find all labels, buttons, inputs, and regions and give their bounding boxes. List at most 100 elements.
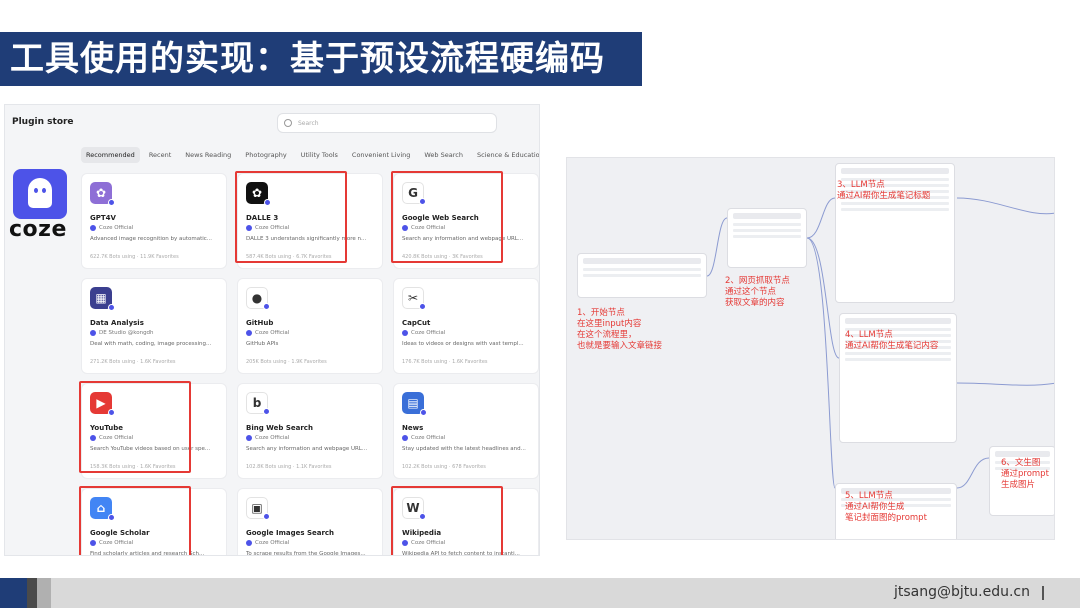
highlight-box <box>79 486 191 555</box>
verified-badge-icon <box>263 303 270 310</box>
plugin-stats: 102.2K Bots using · 678 Favorites <box>402 464 486 470</box>
verified-badge-icon <box>263 408 270 415</box>
highlight-box <box>235 171 347 263</box>
label-llm-title-node: 3、LLM节点 通过AI帮你生成笔记标题 <box>837 180 930 202</box>
owner-avatar-icon <box>90 330 96 336</box>
tab-photography[interactable]: Photography <box>240 147 291 163</box>
label-line: 在这里input内容 <box>577 319 642 329</box>
tab-recent[interactable]: Recent <box>144 147 176 163</box>
plugin-description: Search any information and webpage URL..… <box>246 446 368 452</box>
owner-avatar-icon <box>90 225 96 231</box>
footer-accent-grey <box>37 578 51 608</box>
slide: 工具使用的实现：基于预设流程硬编码 Plugin store Search Re… <box>0 0 1080 608</box>
plugin-owner: Coze Official <box>246 435 289 441</box>
category-tabs: Recommended Recent News Reading Photography… <box>81 147 539 163</box>
plugin-description: Deal with math, coding, image processing… <box>90 341 212 347</box>
label-line: 笔记封面图的prompt <box>845 513 927 523</box>
coze-ghost-icon <box>28 178 52 208</box>
plugin-owner: DE Studio @kongdh <box>90 330 154 336</box>
label-llm-content-node: 4、LLM节点 通过AI帮你生成笔记内容 <box>845 330 938 352</box>
plugin-card[interactable]: ● GitHub Coze Official GitHub APIs 205K Bots… <box>237 278 383 374</box>
tab-news-reading[interactable]: News Reading <box>180 147 236 163</box>
slide-title: 工具使用的实现：基于预设流程硬编码 <box>0 32 642 86</box>
plugin-owner: Coze Official <box>246 540 289 546</box>
plugin-name: Data Analysis <box>90 319 144 327</box>
plugin-card[interactable]: ▣ Google Images Search Coze Official To scr… <box>237 488 383 555</box>
label-start-node: 1、开始节点 在这里input内容 在这个流程里， 也就是要输入文章链接 <box>577 308 662 352</box>
owner-avatar-icon <box>246 540 252 546</box>
highlight-box <box>79 381 191 473</box>
footer-accent-dark <box>27 578 37 608</box>
plugin-owner-text: Coze Official <box>255 435 290 441</box>
plugin-owner-text: DE Studio @kongdh <box>99 330 154 336</box>
plugin-store-screenshot: Plugin store Search Recommended Recent New… <box>4 104 540 556</box>
plugin-owner: Coze Official <box>246 330 289 336</box>
plugin-stats: 622.7K Bots using · 11.9K Favorites <box>90 254 179 260</box>
plugin-owner: Coze Official <box>90 225 133 231</box>
plugin-description: GitHub APIs <box>246 341 279 347</box>
label-line: 6、文生图 <box>1001 458 1041 468</box>
plugin-description: Ideas to videos or designs with vast tem… <box>402 341 524 347</box>
footer-email: jtsang@bjtu.edu.cn <box>894 584 1030 600</box>
label-line: 获取文章的内容 <box>725 298 785 308</box>
owner-avatar-icon <box>246 435 252 441</box>
tab-web-search[interactable]: Web Search <box>419 147 468 163</box>
plugin-owner-text: Coze Official <box>255 540 290 546</box>
plugin-description: Advanced image recognition by automatic.… <box>90 236 213 242</box>
label-line: 通过这个节点 <box>725 287 777 297</box>
web-scrape-node[interactable] <box>727 208 807 268</box>
openai-icon: ✿ <box>90 182 115 206</box>
footer-separator <box>1042 586 1044 600</box>
verified-badge-icon <box>420 409 427 416</box>
bing-icon: b <box>246 392 270 415</box>
search-icon <box>284 119 292 127</box>
tab-convenient-living[interactable]: Convenient Living <box>347 147 415 163</box>
edge-5-6 <box>956 457 990 489</box>
owner-avatar-icon <box>246 330 252 336</box>
plugin-card[interactable]: ✂ CapCut Coze Official Ideas to videos or d… <box>393 278 539 374</box>
edge-2-3 <box>806 197 836 239</box>
label-line: 通过AI帮你生成笔记内容 <box>845 341 939 351</box>
label-line: 1、开始节点 <box>577 308 625 318</box>
store-header: Plugin store Search <box>5 105 539 143</box>
verified-badge-icon <box>419 303 426 310</box>
plugin-owner-text: Coze Official <box>411 330 446 336</box>
owner-avatar-icon <box>402 435 408 441</box>
label-llm-prompt-node: 5、LLM节点 通过AI帮你生成 笔记封面图的prompt <box>845 491 927 524</box>
label-line: 通过AI帮你生成 <box>845 502 905 512</box>
news-icon: ▤ <box>402 392 427 416</box>
search-input[interactable]: Search <box>277 113 497 133</box>
data-analysis-icon: ▦ <box>90 287 115 311</box>
label-line: 3、LLM节点 <box>837 180 885 190</box>
plugin-card[interactable]: b Bing Web Search Coze Official Search any … <box>237 383 383 479</box>
label-line: 在这个流程里， <box>577 330 637 340</box>
capcut-icon: ✂ <box>402 287 426 310</box>
edge-2-5 <box>806 237 836 489</box>
label-line: 通过prompt <box>1001 469 1049 479</box>
highlight-box <box>391 486 503 555</box>
start-node[interactable] <box>577 253 707 298</box>
plugin-owner: Coze Official <box>402 330 445 336</box>
label-line: 2、网页抓取节点 <box>725 276 790 286</box>
verified-badge-icon <box>263 513 270 520</box>
verified-badge-icon <box>108 304 115 311</box>
plugin-name: GitHub <box>246 319 274 327</box>
label-line: 通过AI帮你生成笔记标题 <box>837 191 931 201</box>
google-images-icon: ▣ <box>246 497 270 520</box>
tab-science-education[interactable]: Science & Education <box>472 147 539 163</box>
search-placeholder: Search <box>298 119 319 127</box>
tab-recommended[interactable]: Recommended <box>81 147 140 163</box>
plugin-card[interactable]: ▤ News Coze Official Stay updated with the … <box>393 383 539 479</box>
tab-utility-tools[interactable]: Utility Tools <box>296 147 343 163</box>
plugin-stats: 102.8K Bots using · 1.1K Favorites <box>246 464 332 470</box>
plugin-owner-text: Coze Official <box>411 435 446 441</box>
github-icon: ● <box>246 287 270 310</box>
footer-accent-blue <box>0 578 27 608</box>
plugin-name: GPT4V <box>90 214 116 222</box>
label-line: 4、LLM节点 <box>845 330 893 340</box>
verified-badge-icon <box>108 199 115 206</box>
plugin-card[interactable]: ✿ GPT4V Coze Official Advanced image recogn… <box>81 173 227 269</box>
plugin-name: CapCut <box>402 319 431 327</box>
coze-logo-text: coze <box>9 217 67 242</box>
plugin-card[interactable]: ▦ Data Analysis DE Studio @kongdh Deal with… <box>81 278 227 374</box>
